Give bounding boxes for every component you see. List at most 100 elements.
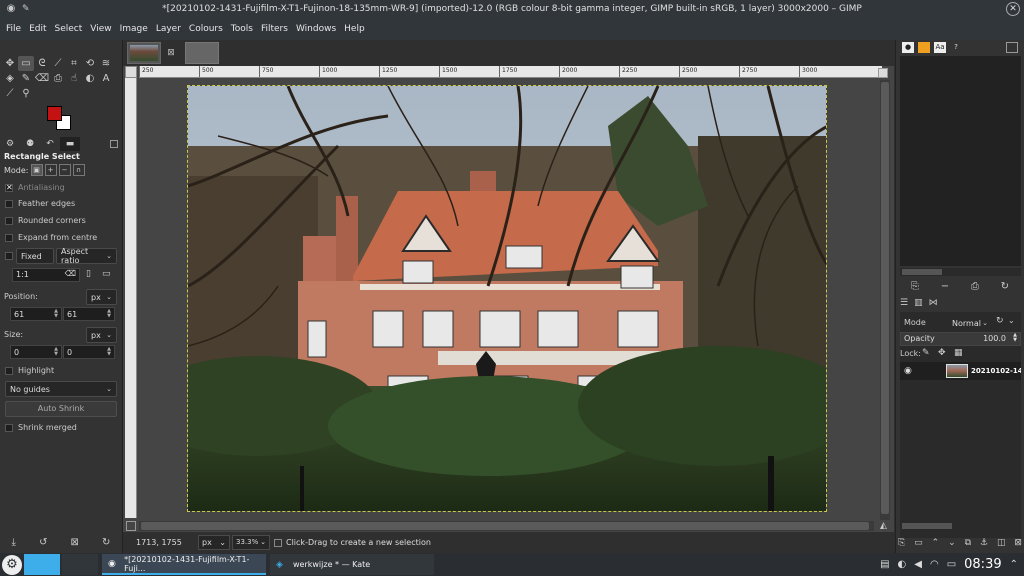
- mode-intersect-icon[interactable]: ∩: [72, 164, 85, 176]
- spin-arrows-icon[interactable]: ▲ ▼: [1013, 333, 1017, 343]
- eraser-tool-icon[interactable]: ⌫: [34, 71, 50, 86]
- warp-tool-icon[interactable]: ≋: [98, 56, 114, 71]
- restore-options-icon[interactable]: ↺: [39, 537, 47, 548]
- close-window-icon[interactable]: ✕: [1006, 2, 1020, 16]
- close-tab-icon[interactable]: ⊠: [165, 47, 177, 59]
- dock-menu-icon[interactable]: [110, 140, 118, 148]
- lower-layer-icon[interactable]: ⌄: [948, 538, 956, 548]
- feather-edges-checkbox[interactable]: [5, 199, 13, 208]
- vertical-scrollbar[interactable]: [880, 80, 890, 520]
- quick-mask-toggle[interactable]: [126, 521, 136, 531]
- layers-tab-icon[interactable]: ☰: [900, 298, 908, 308]
- expand-from-centre-option[interactable]: Expand from centre: [5, 233, 97, 242]
- fixed-checkbox[interactable]: [5, 252, 13, 260]
- refresh-icon[interactable]: ↻: [1001, 281, 1009, 292]
- notification-icon[interactable]: ◐: [898, 559, 907, 570]
- delete-layer-icon[interactable]: ⊠: [1014, 538, 1022, 548]
- clipboard-icon[interactable]: ▤: [880, 559, 889, 570]
- ratio-field[interactable]: 1:1 ⌫: [12, 268, 80, 282]
- rounded-corners-checkbox[interactable]: [5, 216, 13, 225]
- zoom-fit-icon[interactable]: ◭: [880, 521, 890, 531]
- dock-menu-icon[interactable]: [1006, 41, 1018, 53]
- unit-select[interactable]: px ⌄: [198, 535, 230, 550]
- reset-options-icon[interactable]: ↻: [102, 537, 110, 548]
- horizontal-ruler[interactable]: 250 500 750 1000 1250 1500 1750 2000 225…: [139, 66, 882, 78]
- volume-muted-icon[interactable]: ◀: [914, 559, 922, 570]
- size-width-field[interactable]: 0 ▲ ▼: [10, 345, 62, 359]
- help-icon[interactable]: ?: [950, 42, 962, 53]
- brushes-panel[interactable]: [900, 56, 1021, 266]
- antialiasing-option[interactable]: ✕ Antialiasing: [5, 183, 65, 192]
- crop-tool-icon[interactable]: ⌗: [66, 56, 82, 71]
- menu-layer[interactable]: Layer: [152, 18, 185, 40]
- layer-name[interactable]: 20210102-1431: [971, 367, 1021, 375]
- fixed-mode-select[interactable]: Aspect ratio ⌄: [56, 247, 117, 265]
- move-tool-icon[interactable]: ✥: [2, 56, 18, 71]
- spin-arrows-icon[interactable]: ▲ ▼: [107, 347, 111, 357]
- highlight-option[interactable]: Highlight: [5, 366, 54, 375]
- virtual-desktop-1[interactable]: [24, 554, 60, 575]
- position-unit-select[interactable]: px ⌄: [86, 289, 117, 305]
- menu-windows[interactable]: Windows: [292, 18, 340, 40]
- bucket-fill-tool-icon[interactable]: ◈: [2, 71, 18, 86]
- menu-filters[interactable]: Filters: [257, 18, 292, 40]
- antialiasing-checkbox[interactable]: ✕: [5, 183, 13, 192]
- paths-tab-icon[interactable]: ⋈: [929, 298, 938, 308]
- text-tool-icon[interactable]: A: [98, 71, 114, 86]
- fuzzy-select-tool-icon[interactable]: ⟋: [50, 56, 66, 71]
- app-launcher-icon[interactable]: ⚙: [2, 554, 22, 575]
- visibility-eye-icon[interactable]: ◉: [904, 366, 918, 376]
- foreground-color-swatch[interactable]: [47, 106, 62, 121]
- color-selector[interactable]: [45, 106, 75, 136]
- expand-from-centre-checkbox[interactable]: [5, 233, 13, 242]
- undo-history-tab[interactable]: ↶: [40, 137, 60, 151]
- mask-layer-icon[interactable]: ◫: [997, 538, 1006, 548]
- position-y-field[interactable]: 61 ▲ ▼: [63, 307, 115, 321]
- menu-tools[interactable]: Tools: [227, 18, 257, 40]
- taskbar-task-kate[interactable]: ◈ werkwijze * — Kate: [270, 554, 434, 575]
- rounded-corners-option[interactable]: Rounded corners: [5, 216, 86, 225]
- layer-row[interactable]: ◉ 20210102-1431: [900, 362, 1021, 380]
- new-layer-icon[interactable]: ⎘: [898, 538, 905, 548]
- delete-options-icon[interactable]: ⊠: [71, 537, 79, 548]
- channels-tab-icon[interactable]: ▥: [914, 298, 923, 308]
- zoom-select[interactable]: 33.3% ⌄: [232, 535, 270, 550]
- reset-mode-icon[interactable]: ↻: [996, 316, 1004, 326]
- menu-image[interactable]: Image: [116, 18, 152, 40]
- delete-icon[interactable]: −: [941, 281, 949, 292]
- horizontal-scrollbar[interactable]: [139, 521, 874, 531]
- fonts-tab[interactable]: Aa: [934, 41, 946, 53]
- clear-field-icon[interactable]: ⌫: [65, 269, 76, 278]
- print-icon[interactable]: ⎙: [971, 281, 979, 292]
- clone-tool-icon[interactable]: ⎙: [50, 71, 66, 86]
- mode-add-icon[interactable]: +: [44, 164, 57, 176]
- ruler-corner[interactable]: [125, 66, 137, 78]
- mode-replace-icon[interactable]: ▣: [30, 164, 43, 176]
- battery-icon[interactable]: ▭: [947, 559, 956, 570]
- zoom-tool-icon[interactable]: ⚲: [18, 86, 34, 101]
- image-tab-empty[interactable]: [185, 42, 219, 64]
- shrink-merged-checkbox[interactable]: [5, 423, 13, 432]
- lock-position-icon[interactable]: ✥: [938, 348, 946, 358]
- save-options-icon[interactable]: ⤓: [12, 537, 16, 548]
- wifi-icon[interactable]: ◠: [930, 559, 939, 570]
- duplicate-layer-icon[interactable]: ⧉: [965, 538, 971, 548]
- device-status-tab[interactable]: ⚉: [20, 137, 40, 151]
- vertical-ruler[interactable]: [125, 78, 137, 518]
- size-height-field[interactable]: 0 ▲ ▼: [63, 345, 115, 359]
- position-x-field[interactable]: 61 ▲ ▼: [10, 307, 62, 321]
- opacity-slider[interactable]: Opacity 100.0 ▲ ▼: [900, 332, 1021, 346]
- chevron-down-icon[interactable]: ⌄: [1008, 316, 1015, 325]
- brushes-scrollbar[interactable]: [900, 268, 1021, 276]
- unified-transform-tool-icon[interactable]: ⟲: [82, 56, 98, 71]
- mode-subtract-icon[interactable]: −: [58, 164, 71, 176]
- tray-expand-icon[interactable]: ⌃: [1010, 559, 1018, 570]
- lock-pixels-icon[interactable]: ✎: [922, 348, 930, 358]
- guides-select[interactable]: No guides ⌄: [5, 381, 117, 397]
- raise-layer-icon[interactable]: ⌃: [932, 538, 940, 548]
- clock[interactable]: 08:39: [964, 557, 1001, 572]
- menu-edit[interactable]: Edit: [25, 18, 50, 40]
- size-unit-select[interactable]: px ⌄: [86, 327, 117, 343]
- image-canvas[interactable]: [187, 85, 827, 512]
- navigation-button[interactable]: [878, 68, 888, 78]
